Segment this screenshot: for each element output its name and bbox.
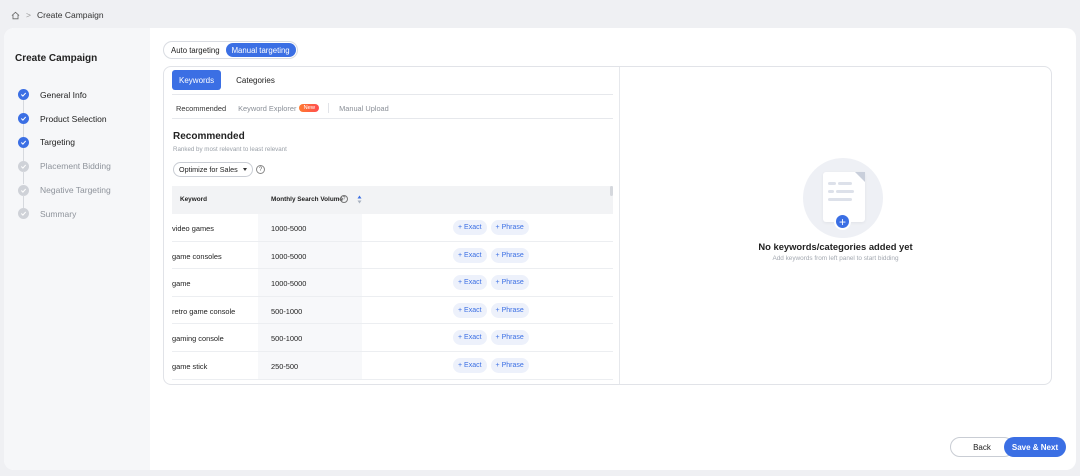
keyword-cell: game — [172, 279, 191, 289]
volume-cell: 250-500 — [271, 361, 299, 371]
step-label: Placement Bidding — [40, 161, 111, 172]
step-summary[interactable]: Summary — [18, 202, 111, 226]
keyword-selection-pane: Keywords Categories Recommended Keyword … — [164, 67, 620, 384]
step-label: Summary — [40, 208, 77, 219]
keyword-cell: video games — [172, 224, 214, 233]
add-exact-button[interactable]: + Exact — [453, 330, 487, 346]
add-phrase-button[interactable]: + Phrase — [490, 275, 529, 291]
step-targeting[interactable]: Targeting — [18, 131, 111, 161]
volume-cell: 1000-5000 — [271, 279, 307, 289]
step-product-selection[interactable]: Product Selection — [18, 107, 111, 137]
table-row: game 1000-5000 + Exact + Phrase — [172, 269, 613, 297]
help-icon[interactable]: ? — [256, 165, 265, 174]
step-label: Product Selection — [40, 113, 107, 124]
targeting-toggle: Auto targeting Manual targeting — [163, 41, 298, 59]
tab-recommended[interactable]: Recommended — [172, 98, 231, 119]
main-content: Auto targeting Manual targeting Keywords… — [150, 28, 1076, 470]
section-subtitle: Ranked by most relevant to least relevan… — [173, 146, 287, 153]
column-header-volume: Monthly Search Volume — [271, 196, 343, 203]
divider — [172, 118, 613, 119]
volume-cell: 1000-5000 — [271, 224, 307, 233]
volume-cell: 500-1000 — [271, 334, 303, 344]
empty-state-illustration: + — [803, 158, 883, 238]
step-label: Negative Targeting — [40, 185, 111, 196]
keyword-cell: game stick — [172, 361, 208, 371]
table-row: video games 1000-5000 + Exact + Phrase — [172, 214, 613, 242]
add-phrase-button[interactable]: + Phrase — [490, 247, 529, 263]
keyword-cell: retro game console — [172, 306, 236, 316]
optimize-dropdown[interactable]: Optimize for Sales — [173, 162, 253, 177]
caret-down-icon — [242, 168, 247, 171]
save-and-next-button[interactable]: Save & Next — [1004, 437, 1066, 457]
check-icon — [18, 208, 29, 220]
tab-categories[interactable]: Categories — [229, 70, 282, 90]
step-list: General Info Product Selection Targeting… — [18, 83, 111, 226]
divider — [328, 103, 329, 113]
keyword-cell: game consoles — [172, 251, 222, 261]
volume-cell: 1000-5000 — [271, 251, 307, 261]
help-icon[interactable]: ? — [340, 195, 348, 203]
targeting-panel: Keywords Categories Recommended Keyword … — [163, 66, 1052, 385]
primary-tabs: Keywords Categories — [172, 70, 282, 90]
keyword-table: Keyword Monthly Search Volume ? video ga… — [172, 186, 613, 380]
check-icon — [18, 113, 29, 125]
sort-icon[interactable] — [357, 195, 362, 204]
table-row: retro game console 500-1000 + Exact + Phr… — [172, 297, 613, 325]
add-exact-button[interactable]: + Exact — [453, 357, 487, 373]
step-general-info[interactable]: General Info — [18, 83, 111, 113]
breadcrumb-current: Create Campaign — [36, 10, 104, 20]
step-label: General Info — [40, 89, 87, 100]
add-phrase-button[interactable]: + Phrase — [490, 357, 529, 373]
tab-manual-upload[interactable]: Manual Upload — [335, 98, 393, 118]
add-exact-button[interactable]: + Exact — [453, 247, 487, 263]
column-header-keyword: Keyword — [180, 196, 207, 203]
sidebar: Create Campaign General Info Product Sel… — [4, 28, 150, 470]
check-icon — [18, 89, 29, 101]
check-icon — [18, 136, 29, 148]
add-exact-button[interactable]: + Exact — [453, 220, 487, 235]
table-header: Keyword Monthly Search Volume ? — [172, 186, 613, 214]
tab-keywords[interactable]: Keywords — [172, 70, 222, 90]
table-scrollbar[interactable] — [610, 186, 613, 196]
empty-state-subtitle: Add keywords from left panel to start bi… — [772, 255, 899, 262]
add-exact-button[interactable]: + Exact — [453, 302, 487, 318]
table-row: gaming console 500-1000 + Exact + Phrase — [172, 324, 613, 352]
home-icon[interactable] — [11, 11, 20, 20]
add-exact-button[interactable]: + Exact — [453, 275, 487, 291]
optimize-dropdown-value: Optimize for Sales — [179, 165, 238, 174]
auto-targeting-option[interactable]: Auto targeting — [165, 43, 226, 57]
sidebar-title: Create Campaign — [15, 53, 98, 64]
manual-targeting-option[interactable]: Manual targeting — [225, 43, 296, 57]
step-placement-bidding[interactable]: Placement Bidding — [18, 154, 111, 185]
divider — [172, 94, 613, 95]
section-title: Recommended — [173, 131, 245, 142]
new-badge: New — [299, 104, 320, 112]
plus-icon: + — [834, 213, 851, 230]
table-row: game consoles 1000-5000 + Exact + Phrase — [172, 242, 613, 270]
selected-targets-pane: + No keywords/categories added yet Add k… — [620, 67, 1051, 384]
add-phrase-button[interactable]: + Phrase — [490, 220, 529, 235]
tab-keyword-explorer-label: Keyword Explorer — [238, 103, 297, 113]
step-negative-targeting[interactable]: Negative Targeting — [18, 178, 111, 209]
check-icon — [18, 184, 29, 196]
breadcrumb: > Create Campaign — [11, 10, 104, 20]
step-label: Targeting — [40, 137, 75, 148]
add-phrase-button[interactable]: + Phrase — [490, 302, 529, 318]
breadcrumb-separator: > — [26, 10, 31, 20]
check-icon — [18, 160, 29, 172]
table-row: game stick 250-500 + Exact + Phrase — [172, 352, 613, 380]
volume-cell: 500-1000 — [271, 306, 303, 316]
keyword-cell: gaming console — [172, 334, 224, 344]
empty-state-title: No keywords/categories added yet — [758, 241, 913, 252]
main-card: Create Campaign General Info Product Sel… — [4, 28, 1076, 470]
secondary-tabs: Recommended Keyword Explorer New Manual … — [172, 98, 393, 119]
tab-keyword-explorer[interactable]: Keyword Explorer New — [234, 98, 323, 118]
add-phrase-button[interactable]: + Phrase — [490, 330, 529, 346]
